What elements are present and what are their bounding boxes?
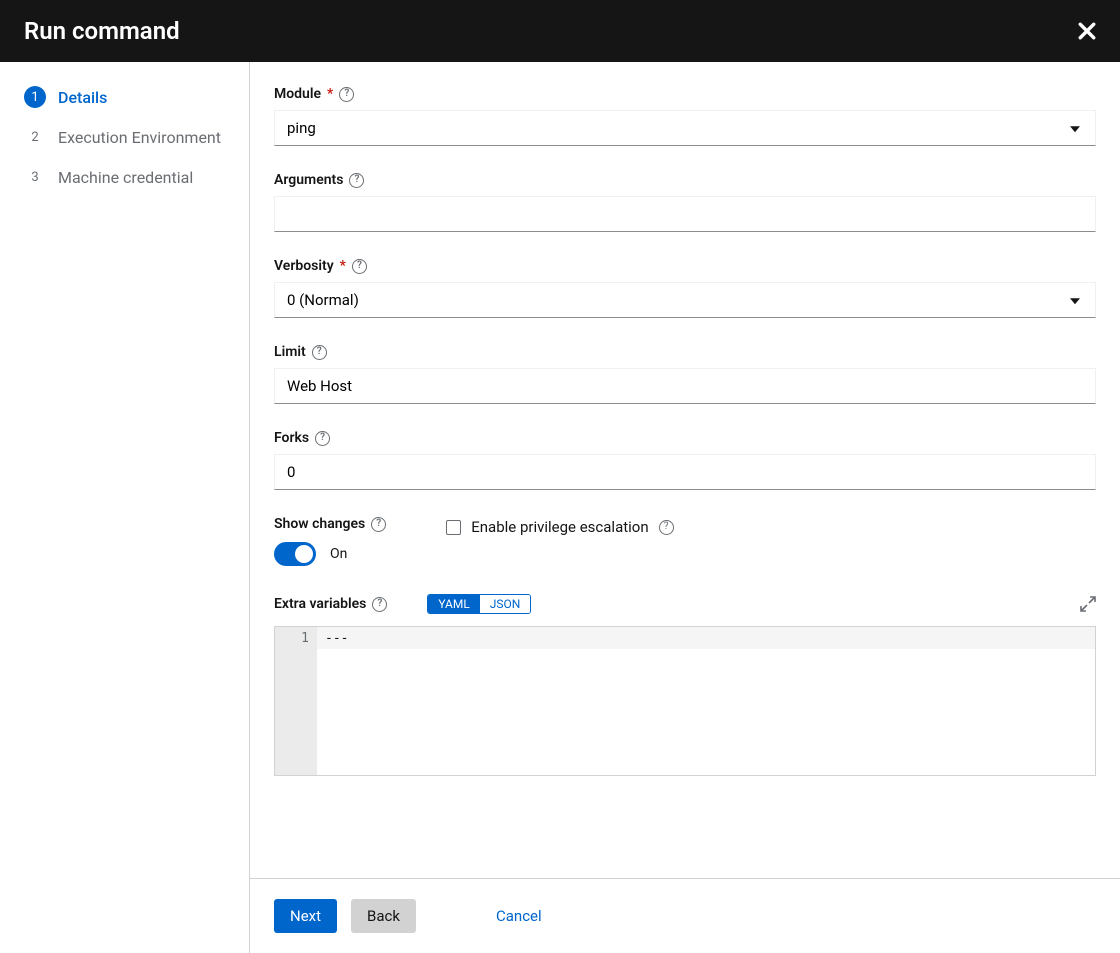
editor-gutter: 1 <box>275 627 317 775</box>
modal-body: 1 Details 2 Execution Environment 3 Mach… <box>0 62 1120 953</box>
cancel-button[interactable]: Cancel <box>480 899 558 933</box>
expand-icon[interactable] <box>1080 592 1096 616</box>
show-changes-state: On <box>330 546 347 562</box>
wizard-step-details[interactable]: 1 Details <box>24 86 225 108</box>
format-toggle: YAML JSON <box>427 594 531 614</box>
yaml-toggle[interactable]: YAML <box>428 595 479 613</box>
privilege-escalation-label: Enable privilege escalation <box>471 518 648 536</box>
code-line: --- <box>317 627 1095 649</box>
toggle-row: Show changes ? On Enable privilege escal… <box>274 516 1096 566</box>
step-label: Machine credential <box>58 168 193 187</box>
field-privilege-escalation: Enable privilege escalation ? <box>446 516 673 566</box>
field-verbosity: Verbosity * ? <box>274 258 1096 318</box>
editor-content: --- <box>317 627 1095 775</box>
required-indicator: * <box>340 258 346 274</box>
help-icon[interactable]: ? <box>315 431 330 446</box>
wizard-step-machine-credential[interactable]: 3 Machine credential <box>24 166 225 188</box>
help-icon[interactable]: ? <box>371 517 386 532</box>
field-forks: Forks ? <box>274 430 1096 490</box>
modal-header: Run command <box>0 0 1120 62</box>
forks-input[interactable] <box>274 454 1096 490</box>
help-icon[interactable]: ? <box>372 597 387 612</box>
help-icon[interactable]: ? <box>349 173 364 188</box>
step-label: Details <box>58 88 107 107</box>
step-number: 1 <box>24 86 46 108</box>
field-extra-variables: Extra variables ? YAML JSON <box>274 592 1096 776</box>
help-icon[interactable]: ? <box>352 259 367 274</box>
back-button[interactable]: Back <box>351 899 416 933</box>
module-label: Module <box>274 86 321 102</box>
close-icon[interactable] <box>1078 22 1096 40</box>
next-button[interactable]: Next <box>274 899 337 933</box>
privilege-escalation-checkbox[interactable] <box>446 520 461 535</box>
json-toggle[interactable]: JSON <box>480 595 531 613</box>
limit-input[interactable] <box>274 368 1096 404</box>
step-number: 2 <box>24 126 46 148</box>
line-number: 1 <box>279 631 309 646</box>
run-command-modal: Run command 1 Details 2 Execution Enviro… <box>0 0 1120 953</box>
verbosity-label: Verbosity <box>274 258 334 274</box>
show-changes-label: Show changes <box>274 516 365 532</box>
modal-title: Run command <box>24 17 180 45</box>
wizard-step-execution-environment[interactable]: 2 Execution Environment <box>24 126 225 148</box>
arguments-label: Arguments <box>274 172 343 188</box>
arguments-input[interactable] <box>274 196 1096 232</box>
extra-variables-editor[interactable]: 1 --- <box>274 626 1096 776</box>
extra-variables-label: Extra variables <box>274 596 366 612</box>
field-limit: Limit ? <box>274 344 1096 404</box>
help-icon[interactable]: ? <box>339 87 354 102</box>
wizard-sidebar: 1 Details 2 Execution Environment 3 Mach… <box>0 62 250 953</box>
help-icon[interactable]: ? <box>312 345 327 360</box>
field-arguments: Arguments ? <box>274 172 1096 232</box>
verbosity-select[interactable] <box>274 282 1096 318</box>
forks-label: Forks <box>274 430 309 446</box>
help-icon[interactable]: ? <box>659 520 674 535</box>
required-indicator: * <box>327 86 333 102</box>
field-module: Module * ? <box>274 86 1096 146</box>
limit-label: Limit <box>274 344 306 360</box>
modal-footer: Next Back Cancel <box>250 878 1120 953</box>
module-select[interactable] <box>274 110 1096 146</box>
step-label: Execution Environment <box>58 128 221 147</box>
step-number: 3 <box>24 166 46 188</box>
show-changes-toggle[interactable] <box>274 542 316 566</box>
field-show-changes: Show changes ? On <box>274 516 386 566</box>
form-area: Module * ? Arguments ? <box>250 62 1120 878</box>
